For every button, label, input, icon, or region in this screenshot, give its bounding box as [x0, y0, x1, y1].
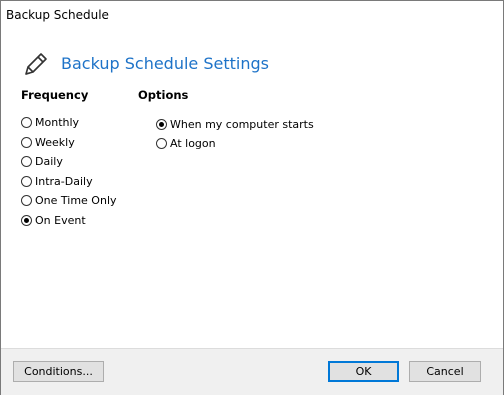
radio-label: At logon	[170, 136, 216, 150]
window-title: Backup Schedule	[6, 8, 109, 22]
page-title: Backup Schedule Settings	[61, 54, 269, 73]
radio-label: Weekly	[35, 135, 75, 149]
radio-when-computer-starts[interactable]: When my computer starts	[156, 116, 314, 132]
frequency-label: Frequency	[21, 88, 89, 102]
radio-label: Intra-Daily	[35, 174, 93, 188]
radio-circle	[21, 116, 32, 128]
conditions-button[interactable]: Conditions...	[13, 361, 104, 382]
radio-circle	[21, 175, 32, 187]
ok-button[interactable]: OK	[328, 361, 399, 382]
backup-schedule-dialog: Backup Schedule Backup Schedule Settings…	[0, 0, 504, 395]
dialog-content: Backup Schedule Settings Frequency Month…	[1, 31, 503, 347]
radio-circle	[156, 137, 167, 149]
radio-label: Monthly	[35, 115, 80, 129]
radio-circle	[21, 136, 32, 148]
radio-intra-daily[interactable]: Intra-Daily	[21, 173, 93, 189]
radio-label: Daily	[35, 154, 63, 168]
radio-label: One Time Only	[35, 193, 117, 207]
radio-label: On Event	[35, 213, 86, 227]
radio-circle	[21, 194, 32, 206]
title-bar: Backup Schedule	[1, 1, 503, 31]
radio-daily[interactable]: Daily	[21, 153, 63, 169]
radio-circle-selected	[21, 214, 32, 226]
radio-monthly[interactable]: Monthly	[21, 114, 79, 130]
radio-circle	[21, 155, 32, 167]
radio-label: When my computer starts	[170, 117, 314, 131]
radio-weekly[interactable]: Weekly	[21, 134, 75, 150]
radio-one-time-only[interactable]: One Time Only	[21, 192, 117, 208]
dialog-footer: Conditions... OK Cancel	[1, 348, 503, 395]
radio-on-event[interactable]: On Event	[21, 212, 86, 228]
radio-at-logon[interactable]: At logon	[156, 135, 216, 151]
options-label: Options	[138, 88, 189, 102]
radio-circle-selected	[156, 118, 167, 130]
pencil-icon	[22, 50, 50, 78]
cancel-button[interactable]: Cancel	[409, 361, 481, 382]
